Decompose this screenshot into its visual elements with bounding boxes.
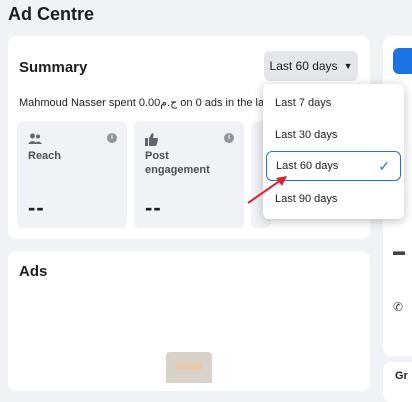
ads-title: Ads xyxy=(19,263,48,280)
right-panel-heading: Gr xyxy=(395,370,408,382)
metric-card-reach: i Reach -- xyxy=(17,121,127,228)
metric-label: Reach xyxy=(28,150,62,162)
people-icon xyxy=(28,133,42,148)
info-icon[interactable]: i xyxy=(224,133,234,143)
metric-value: -- xyxy=(145,195,162,220)
phone-icon: ✆ xyxy=(393,300,404,314)
info-icon[interactable]: i xyxy=(107,133,117,143)
dropdown-option[interactable]: Last 30 days xyxy=(263,122,404,148)
checkmark-icon: ✓ xyxy=(378,158,390,174)
ads-illustration-detail xyxy=(176,362,202,370)
dropdown-option[interactable]: Last 90 days xyxy=(263,186,404,212)
dropdown-option[interactable]: Last 7 days xyxy=(263,90,404,116)
thumbs-up-icon xyxy=(145,133,158,149)
metric-value: -- xyxy=(28,195,45,220)
metric-card-post-engagement: i Post engagement -- xyxy=(134,121,244,228)
metric-label: Post engagement xyxy=(145,150,210,176)
primary-action-button[interactable] xyxy=(393,48,412,74)
page-title: Ad Centre xyxy=(8,4,95,24)
card-icon: ▬ xyxy=(393,244,405,258)
dropdown-option-selected[interactable]: Last 60 days ✓ xyxy=(266,151,401,181)
spent-summary-text: Mahmoud Nasser spent 0.00ج.م on 0 ads in… xyxy=(19,97,264,109)
period-dropdown-menu: Last 7 days Last 30 days Last 60 days ✓ … xyxy=(263,84,404,219)
dropdown-option-label: Last 60 days xyxy=(276,160,339,172)
summary-title: Summary xyxy=(19,59,88,76)
right-panel-card-2 xyxy=(383,362,412,402)
period-dropdown-button[interactable]: Last 60 days ▼ xyxy=(264,51,358,81)
caret-down-icon: ▼ xyxy=(343,61,353,71)
period-button-label: Last 60 days xyxy=(269,59,338,73)
